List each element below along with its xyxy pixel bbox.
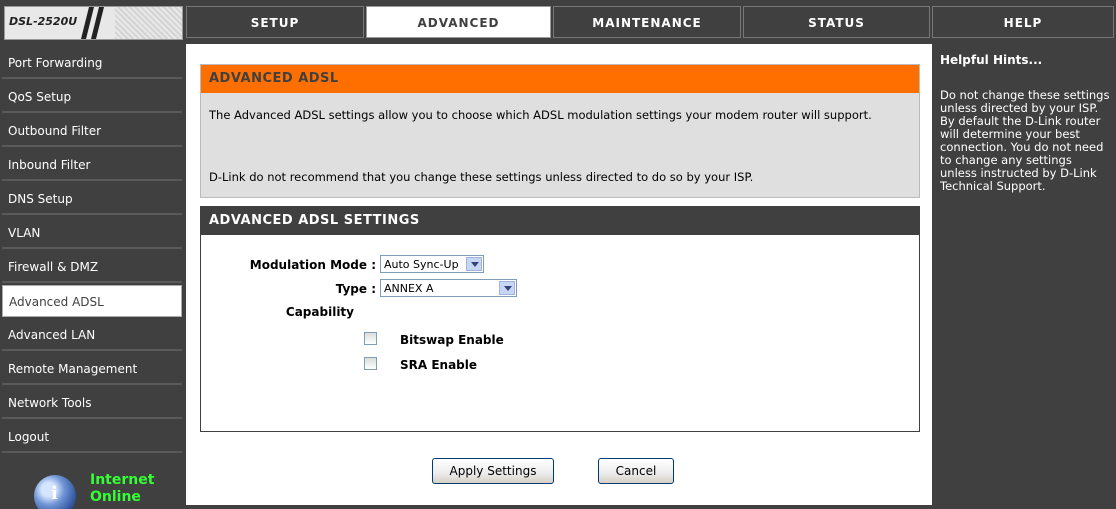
sra-enable-label: SRA Enable [400, 358, 478, 372]
info-icon: i [51, 483, 58, 504]
advanced-adsl-settings-box: ADVANCED ADSL SETTINGS Modulation Mode :… [200, 206, 920, 432]
sidebar-item-inbound-filter[interactable]: Inbound Filter [2, 149, 182, 181]
tab-maintenance[interactable]: MAINTENANCE [553, 6, 741, 38]
settings-title: ADVANCED ADSL SETTINGS [201, 207, 919, 235]
section-description: The Advanced ADSL settings allow you to … [209, 108, 872, 122]
logo-slash-graphic [81, 7, 104, 39]
type-select[interactable]: ANNEX A [380, 279, 517, 297]
sidebar-item-logout[interactable]: Logout [2, 421, 182, 453]
apply-settings-button[interactable]: Apply Settings [432, 458, 554, 484]
status-line-2: Online [90, 489, 141, 505]
modulation-mode-select[interactable]: Auto Sync-Up [380, 255, 484, 273]
sidebar-item-qos-setup[interactable]: QoS Setup [2, 81, 182, 113]
bitswap-enable-checkbox[interactable] [364, 332, 377, 345]
top-bar: DSL-2520U SETUP ADVANCED MAINTENANCE STA… [0, 0, 1116, 44]
modulation-mode-value: Auto Sync-Up [384, 258, 459, 271]
hints-title: Helpful Hints... [940, 53, 1043, 67]
logo-pattern [115, 7, 182, 39]
chevron-down-icon[interactable] [466, 257, 482, 271]
modulation-mode-label: Modulation Mode : [249, 258, 376, 272]
tab-setup[interactable]: SETUP [186, 6, 364, 38]
tab-advanced[interactable]: ADVANCED [366, 6, 551, 38]
section-warning: D-Link do not recommend that you change … [209, 170, 754, 184]
internet-status-text: Internet Online [90, 472, 154, 506]
capability-label: Capability [285, 305, 354, 319]
status-line-1: Internet [90, 472, 155, 488]
sidebar-item-network-tools[interactable]: Network Tools [2, 387, 182, 419]
hints-text: Do not change these settings unless dire… [940, 88, 1110, 193]
sidebar-item-advanced-adsl[interactable]: Advanced ADSL [2, 285, 182, 317]
sidebar-item-remote-management[interactable]: Remote Management [2, 353, 182, 385]
type-value: ANNEX A [384, 282, 434, 295]
helpful-hints-panel: Helpful Hints... Do not change these set… [932, 44, 1116, 505]
logo: DSL-2520U [4, 6, 183, 40]
sidebar-item-vlan[interactable]: VLAN [2, 217, 182, 249]
sidebar-item-dns-setup[interactable]: DNS Setup [2, 183, 182, 215]
sidebar-item-advanced-lan[interactable]: Advanced LAN [2, 319, 182, 351]
internet-status: i Internet Online [20, 469, 180, 509]
sidebar: Port Forwarding QoS Setup Outbound Filte… [0, 44, 186, 509]
tab-status[interactable]: STATUS [743, 6, 930, 38]
bitswap-enable-label: Bitswap Enable [400, 333, 504, 347]
section-title: ADVANCED ADSL [201, 65, 919, 93]
sidebar-item-firewall-dmz[interactable]: Firewall & DMZ [2, 251, 182, 283]
type-label: Type : [335, 282, 376, 296]
main-content: ADVANCED ADSL The Advanced ADSL settings… [186, 44, 932, 505]
advanced-adsl-info-box: ADVANCED ADSL The Advanced ADSL settings… [200, 64, 920, 198]
sidebar-item-outbound-filter[interactable]: Outbound Filter [2, 115, 182, 147]
logo-text: DSL-2520U [9, 15, 78, 28]
sra-enable-checkbox[interactable] [364, 357, 377, 370]
cancel-button[interactable]: Cancel [598, 458, 674, 484]
main-panel: ADVANCED ADSL The Advanced ADSL settings… [186, 44, 932, 505]
tab-help[interactable]: HELP [932, 6, 1114, 38]
chevron-down-icon[interactable] [499, 281, 515, 295]
sidebar-item-port-forwarding[interactable]: Port Forwarding [2, 47, 182, 79]
